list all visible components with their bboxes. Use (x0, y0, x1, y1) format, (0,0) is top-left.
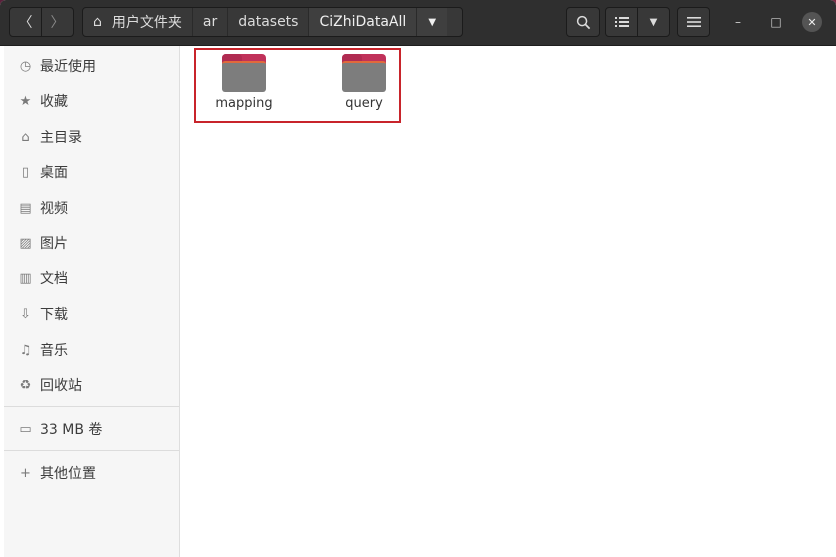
plus-icon: + (20, 465, 31, 481)
sidebar-item-label: 文档 (40, 271, 68, 287)
sidebar-item-trash[interactable]: ♻ 回收站 (4, 370, 179, 400)
download-icon: ⇩ (20, 306, 31, 322)
sidebar-item-label: 视频 (40, 201, 68, 217)
sidebar: ◷ 最近使用 ★ 收藏 ⌂ 主目录 ▯ 桌面 ▤ 视频 ▨ 图片 ▥ 文档 ⇩ (4, 46, 180, 557)
sidebar-item-label: 回收站 (40, 378, 82, 394)
sidebar-item-desktop[interactable]: ▯ 桌面 (4, 157, 179, 187)
sidebar-item-label: 下载 (40, 307, 68, 323)
sidebar-item-label: 其他位置 (40, 466, 96, 482)
clock-icon: ◷ (19, 58, 32, 74)
list-view-icon (614, 17, 629, 27)
breadcrumb-datasets[interactable]: datasets (228, 8, 310, 36)
sidebar-item-downloads[interactable]: ⇩ 下载 (4, 299, 179, 329)
file-manager-window: 〈 〉 ⌂ 用户文件夹 ar datasets CiZhiDataAll ▼ ▼… (0, 0, 836, 557)
breadcrumb-label: 用户文件夹 (111, 15, 182, 31)
highlight-box (194, 48, 401, 123)
search-button[interactable] (566, 7, 600, 37)
music-icon: ♫ (19, 342, 32, 358)
sidebar-divider (4, 406, 179, 407)
breadcrumb-home[interactable]: ⌂ 用户文件夹 (83, 8, 193, 36)
sidebar-item-label: 图片 (40, 236, 68, 252)
home-icon: ⌂ (93, 14, 102, 30)
sidebar-item-pictures[interactable]: ▨ 图片 (4, 228, 179, 258)
sidebar-item-recent[interactable]: ◷ 最近使用 (4, 51, 179, 81)
home-icon: ⌂ (21, 129, 30, 145)
sidebar-item-starred[interactable]: ★ 收藏 (4, 86, 179, 116)
image-icon: ▨ (19, 235, 32, 251)
search-icon (576, 15, 590, 29)
sidebar-divider (4, 450, 179, 451)
back-button[interactable]: 〈 (9, 7, 42, 37)
header-bar: 〈 〉 ⌂ 用户文件夹 ar datasets CiZhiDataAll ▼ ▼… (0, 0, 836, 46)
sidebar-item-label: 33 MB 卷 (40, 422, 103, 438)
star-icon: ★ (19, 93, 32, 109)
path-dropdown-button[interactable]: ▼ (417, 8, 448, 36)
close-button[interactable]: ✕ (802, 12, 822, 32)
sidebar-item-home[interactable]: ⌂ 主目录 (4, 122, 179, 152)
breadcrumb-ar[interactable]: ar (193, 8, 229, 36)
breadcrumb-current[interactable]: CiZhiDataAll (309, 8, 418, 36)
path-bar: ⌂ 用户文件夹 ar datasets CiZhiDataAll ▼ (82, 7, 463, 37)
sidebar-item-label: 最近使用 (40, 59, 96, 75)
view-options-dropdown[interactable]: ▼ (637, 7, 670, 37)
chevron-down-icon: ▼ (428, 16, 437, 28)
sidebar-item-label: 桌面 (40, 165, 68, 181)
sidebar-item-documents[interactable]: ▥ 文档 (4, 263, 179, 293)
sidebar-item-volume[interactable]: ▭ 33 MB 卷 (4, 414, 179, 444)
sidebar-item-videos[interactable]: ▤ 视频 (4, 193, 179, 223)
forward-button[interactable]: 〉 (41, 7, 74, 37)
sidebar-item-label: 收藏 (40, 94, 68, 110)
minimize-button[interactable]: – (728, 12, 748, 32)
chevron-left-icon: 〈 (18, 15, 33, 31)
document-icon: ▥ (19, 270, 32, 286)
video-icon: ▤ (19, 200, 32, 216)
main-menu-button[interactable] (677, 7, 710, 37)
sidebar-item-music[interactable]: ♫ 音乐 (4, 335, 179, 365)
sidebar-item-other-locations[interactable]: + 其他位置 (4, 458, 179, 488)
desktop-icon: ▯ (21, 164, 30, 180)
drive-icon: ▭ (19, 421, 32, 437)
view-mode-button[interactable] (605, 7, 638, 37)
maximize-button[interactable]: □ (766, 12, 786, 32)
trash-icon: ♻ (19, 377, 32, 393)
sidebar-item-label: 音乐 (40, 343, 68, 359)
chevron-down-icon: ▼ (649, 16, 658, 28)
hamburger-menu-icon (686, 17, 701, 27)
chevron-right-icon: 〉 (50, 15, 65, 31)
sidebar-item-label: 主目录 (40, 130, 82, 146)
